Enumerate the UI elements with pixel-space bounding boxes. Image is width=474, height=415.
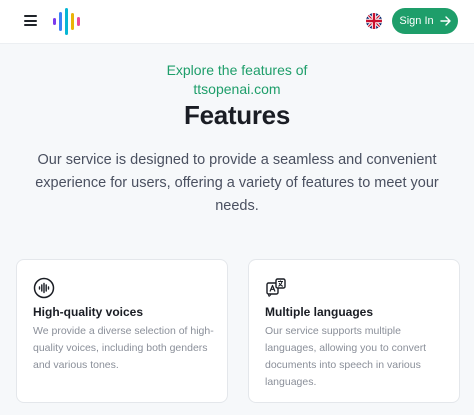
sign-in-label: Sign In xyxy=(399,15,434,27)
top-header: Sign In xyxy=(0,0,474,44)
feature-title: High-quality voices xyxy=(33,305,144,319)
hero-kicker-line-2: ttsopenai.com xyxy=(193,81,281,97)
arrow-right-icon xyxy=(439,16,451,26)
feature-description: Our service supports multiple languages,… xyxy=(265,325,427,388)
logo-icon[interactable] xyxy=(51,8,85,35)
translate-icon xyxy=(266,278,286,297)
feature-description: We provide a diverse selection of high-q… xyxy=(33,325,214,371)
hero-kicker-line-1: Explore the features of xyxy=(166,62,308,78)
sign-in-button[interactable]: Sign In xyxy=(392,8,458,34)
page-title: Features xyxy=(184,100,290,130)
uk-flag-icon[interactable] xyxy=(366,13,382,29)
feature-title: Multiple languages xyxy=(265,305,374,319)
feature-card-languages: Multiple languages Our service supports … xyxy=(248,259,460,403)
voice-waveform-icon xyxy=(33,277,55,299)
feature-card-voices: High-quality voices We provide a diverse… xyxy=(16,259,228,403)
hero-description: Our service is designed to provide a sea… xyxy=(35,152,439,214)
hamburger-menu-icon[interactable] xyxy=(24,15,37,26)
